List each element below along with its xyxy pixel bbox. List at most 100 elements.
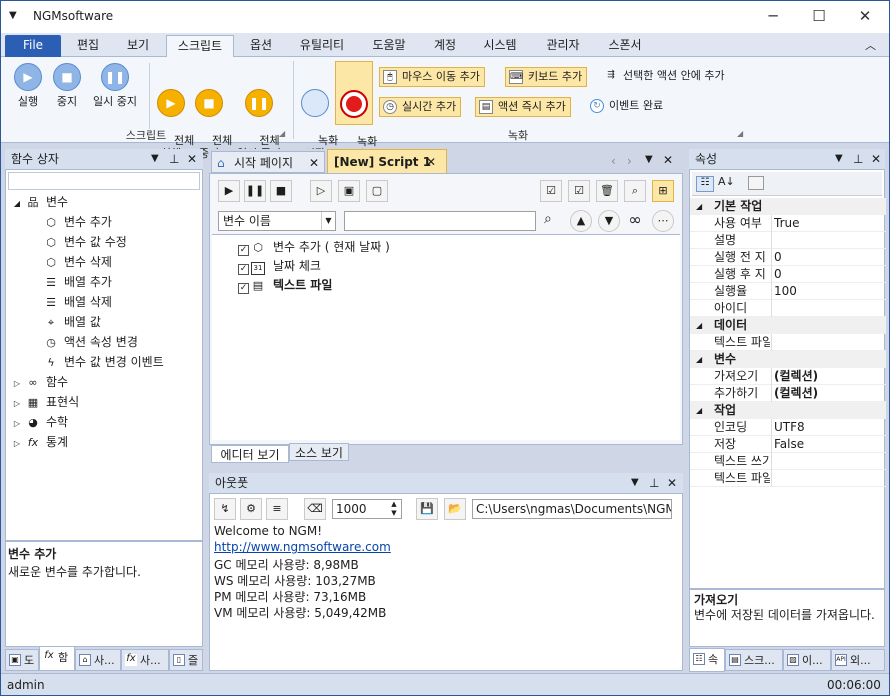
property-row[interactable]: 아이디 <box>690 300 886 317</box>
action-checkbox[interactable]: ✓ <box>238 264 249 275</box>
property-value[interactable]: 100 <box>774 283 797 300</box>
action-checkbox[interactable]: ✓ <box>238 245 249 256</box>
property-category[interactable]: ◢ 기본 작업 <box>690 198 886 215</box>
close-icon[interactable]: ✕ <box>667 473 677 493</box>
pin-icon[interactable]: ⊥ <box>853 149 863 169</box>
app-menu-icon[interactable]: ▼ <box>9 10 17 21</box>
clear-output-button[interactable]: ⌫ <box>304 498 326 520</box>
tab-script-1[interactable]: [New] Script 1 ✕ <box>327 149 447 173</box>
stop-button[interactable]: ■ 중지 <box>47 63 87 108</box>
tab-start-page[interactable]: ⌂ 시작 페이지 ✕ <box>211 151 325 173</box>
tree-item[interactable]: ϟ 변수 값 변경 이벤트 <box>44 352 163 372</box>
sort-alpha-icon[interactable]: A↓ <box>718 175 735 188</box>
property-row[interactable]: 실행 후 지 0 <box>690 266 886 283</box>
property-row[interactable]: 인코딩 UTF8 <box>690 419 886 436</box>
function-search-input[interactable] <box>8 172 200 190</box>
property-row[interactable]: 실행율 100 <box>690 283 886 300</box>
tab-options[interactable]: 옵션 <box>239 35 283 57</box>
stop-script-button[interactable]: ■ <box>270 180 292 202</box>
output-settings-button[interactable]: ⚙ <box>240 498 262 520</box>
collapse-arrow-icon[interactable]: ◢ <box>696 317 702 334</box>
tree-item[interactable]: ◢ 品 변수 <box>12 192 68 212</box>
property-value[interactable]: 0 <box>774 249 782 266</box>
collapse-arrow-icon[interactable]: ◢ <box>696 402 702 419</box>
tab-admin[interactable]: 관리자 <box>535 35 591 57</box>
minimize-button[interactable]: ─ <box>750 1 796 33</box>
delete-button[interactable]: 🗑 <box>596 180 618 202</box>
run-selected-button[interactable]: ▣ <box>338 180 360 202</box>
property-value[interactable]: True <box>774 215 800 232</box>
property-row[interactable]: 저장 False <box>690 436 886 453</box>
tab-list-icon[interactable]: ▼ <box>645 154 653 165</box>
step-button[interactable]: ▷ <box>310 180 332 202</box>
pause-button[interactable]: ❚❚ 일시 중지 <box>87 63 143 108</box>
editor-search-input[interactable] <box>344 211 536 231</box>
tree-item[interactable]: ▷ ▦ 표현식 <box>12 392 79 412</box>
collapsed-arrow-icon[interactable]: ▷ <box>12 394 22 414</box>
tree-item[interactable]: ☰ 배열 삭제 <box>44 292 112 312</box>
right-bottom-tab-2[interactable]: ▤ 스크... <box>725 649 783 671</box>
close-tab-icon[interactable]: ✕ <box>309 152 319 174</box>
stepper-arrows-icon[interactable]: ▲ ▼ <box>387 500 401 518</box>
dropdown-icon[interactable]: ▼ <box>835 149 843 169</box>
left-bottom-tab-5[interactable]: ▯ 즐 <box>169 649 203 671</box>
save-output-button[interactable]: 💾 <box>416 498 438 520</box>
property-row[interactable]: 가져오기 (컬렉션) <box>690 368 886 385</box>
tab-script[interactable]: 스크립트 <box>166 35 234 57</box>
property-value[interactable]: UTF8 <box>774 419 805 436</box>
property-pages-icon[interactable] <box>748 176 764 190</box>
dropdown-icon[interactable]: ▼ <box>151 149 159 169</box>
tree-item[interactable]: ▷ fx 통계 <box>12 432 68 452</box>
add-keyboard-button[interactable]: ⌨ 키보드 추가 <box>505 67 588 87</box>
left-bottom-tab-4[interactable]: fx 사... <box>121 649 169 671</box>
tab-account[interactable]: 계정 <box>423 35 467 57</box>
close-tab-icon[interactable]: ✕ <box>426 150 436 174</box>
property-row[interactable]: 텍스트 쓰기 <box>690 453 886 470</box>
tree-item[interactable]: ⌖ 배열 값 <box>44 312 101 332</box>
tree-item[interactable]: ⬡ 변수 값 수정 <box>44 232 127 252</box>
dialog-launcher-icon[interactable]: ◢ <box>279 129 285 138</box>
tree-item[interactable]: ▷ ∞ 함수 <box>12 372 68 392</box>
run-from-here-button[interactable]: ▢ <box>366 180 388 202</box>
collapse-arrow-icon[interactable]: ◢ <box>696 351 702 368</box>
expanded-arrow-icon[interactable]: ◢ <box>12 194 22 214</box>
categorized-icon[interactable]: ☷ <box>696 176 714 192</box>
check-selected-button[interactable]: ☑ <box>568 180 590 202</box>
tree-item[interactable]: ☰ 배열 추가 <box>44 272 112 292</box>
action-row[interactable]: ✓ ⬡ 변수 추가 ( 현재 날짜 ) <box>238 237 390 257</box>
collapsed-arrow-icon[interactable]: ▷ <box>12 434 22 454</box>
tab-system[interactable]: 시스템 <box>471 35 529 57</box>
collapse-arrow-icon[interactable]: ◢ <box>696 198 702 215</box>
collapsed-arrow-icon[interactable]: ▷ <box>12 374 22 394</box>
right-bottom-tab-3[interactable]: ▨ 이... <box>783 649 831 671</box>
move-down-button[interactable]: ▼ <box>598 210 620 232</box>
left-bottom-tab-1[interactable]: ▣ 도 <box>5 649 39 671</box>
property-value[interactable]: (컬렉션) <box>774 385 818 402</box>
add-action-now-button[interactable]: ▤ 액션 즉시 추가 <box>475 97 571 117</box>
check-all-button[interactable]: ☑ <box>540 180 562 202</box>
add-mouse-move-button[interactable]: 🖱 마우스 이동 추가 <box>379 67 485 87</box>
add-realtime-button[interactable]: ◷ 실시간 추가 <box>379 97 462 117</box>
output-path-input[interactable]: C:\Users\ngmas\Documents\NGM6\ <box>472 499 672 519</box>
pin-icon[interactable]: ⊥ <box>649 473 659 493</box>
scroll-right-icon[interactable]: › <box>627 154 632 168</box>
tree-item[interactable]: ⬡ 변수 삭제 <box>44 252 112 272</box>
file-menu[interactable]: File <box>5 35 61 57</box>
tree-item[interactable]: ▷ ◕ 수학 <box>12 412 68 432</box>
close-icon[interactable]: ✕ <box>187 149 197 169</box>
tab-editor-view[interactable]: 에디터 보기 <box>211 445 289 463</box>
property-row[interactable]: 사용 여부 True <box>690 215 886 232</box>
open-folder-button[interactable]: 📂 <box>444 498 466 520</box>
property-category[interactable]: ◢ 작업 <box>690 402 886 419</box>
property-category[interactable]: ◢ 변수 <box>690 351 886 368</box>
output-tool-button[interactable]: ↯ <box>214 498 236 520</box>
interval-stepper[interactable]: 1000 ▲ ▼ <box>332 499 402 519</box>
pause-script-button[interactable]: ❚❚ <box>244 180 266 202</box>
tree-item[interactable]: ⬡ 변수 추가 <box>44 212 112 232</box>
collapse-ribbon-icon[interactable]: ︿ <box>865 37 876 53</box>
tab-help[interactable]: 도움말 <box>361 35 417 57</box>
property-row[interactable]: 추가하기 (컬렉션) <box>690 385 886 402</box>
search-icon[interactable]: ⌕ <box>544 211 552 227</box>
action-row[interactable]: ✓ ▤ 텍스트 파일 <box>238 275 332 295</box>
tab-source-view[interactable]: 소스 보기 <box>289 443 349 461</box>
